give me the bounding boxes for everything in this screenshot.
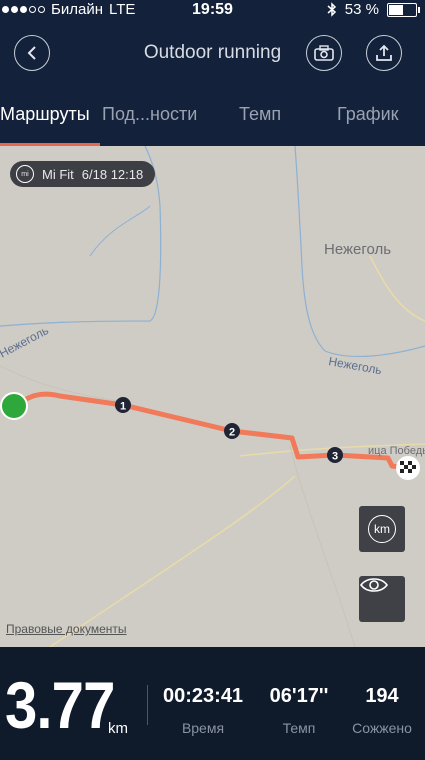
mi-fit-icon: mi — [16, 165, 34, 183]
upload-icon — [376, 44, 392, 61]
battery-percent: 53 % — [344, 1, 379, 18]
distance-unit: km — [108, 720, 128, 737]
stat-time: 00:23:41 Время — [163, 685, 243, 736]
stat-calories: 194 Сожжено — [342, 685, 422, 736]
stat-time-label: Время — [181, 720, 225, 736]
source-badge: mi Mi Fit 6/18 12:18 — [10, 161, 156, 187]
tab-chart[interactable]: График — [337, 104, 399, 125]
start-point — [0, 392, 28, 420]
river-label-east: Нежеголь — [327, 354, 382, 377]
status-bar: Билайн LTE 19:59 53 % — [0, 0, 425, 20]
village-label: Нежеголь — [324, 241, 392, 258]
workout-summary: 3.77 km 00:23:41 Время 06'17'' Темп 194 … — [0, 647, 425, 760]
visibility-button[interactable] — [359, 576, 405, 622]
km-toggle-button[interactable]: km — [359, 506, 405, 552]
route-path — [11, 391, 411, 471]
camera-button[interactable] — [306, 35, 342, 71]
road-line — [369, 255, 425, 322]
camera-icon — [314, 45, 334, 61]
tab-pace[interactable]: Темп — [239, 104, 281, 125]
bluetooth-icon — [327, 2, 336, 17]
km-marker-3-label: 3 — [332, 451, 338, 463]
tab-routes[interactable]: Маршруты — [0, 104, 90, 125]
stat-pace-label: Темп — [282, 720, 316, 736]
page-title: Outdoor running — [143, 42, 282, 63]
river-label-west: Нежеголь — [0, 323, 51, 361]
stat-pace-value: 06'17'' — [269, 685, 329, 707]
share-button[interactable] — [366, 35, 402, 71]
stat-pace: 06'17'' Темп — [259, 685, 339, 736]
road-line — [289, 445, 356, 647]
street-label: ица Победы — [368, 445, 425, 457]
nav-bar: Outdoor running — [0, 20, 425, 86]
eye-icon — [359, 578, 389, 592]
stat-time-value: 00:23:41 — [163, 685, 244, 707]
stat-calories-value: 194 — [365, 685, 399, 707]
distance-value: 3.77 — [5, 668, 115, 742]
map-canvas: 1 2 3 Нежеголь Нежеголь ица Победы — [0, 146, 425, 647]
stat-calories-label: Сожжено — [352, 720, 412, 736]
km-marker-2-label: 2 — [229, 427, 235, 439]
route-map[interactable]: 1 2 3 Нежеголь Нежеголь ица Победы mi Mi… — [0, 146, 425, 647]
tab-details[interactable]: Под...ности — [102, 104, 197, 125]
river-line — [89, 205, 151, 257]
badge-source: Mi Fit — [42, 166, 74, 182]
km-marker-1-label: 1 — [120, 401, 126, 413]
stats-divider — [147, 685, 148, 725]
legal-link[interactable]: Правовые документы — [6, 622, 127, 636]
tab-bar: Маршруты Под...ности Темп График — [0, 86, 425, 146]
km-icon: km — [368, 515, 396, 543]
status-right: 53 % — [327, 1, 420, 18]
badge-datetime: 6/18 12:18 — [81, 166, 144, 182]
battery-icon — [387, 2, 420, 17]
